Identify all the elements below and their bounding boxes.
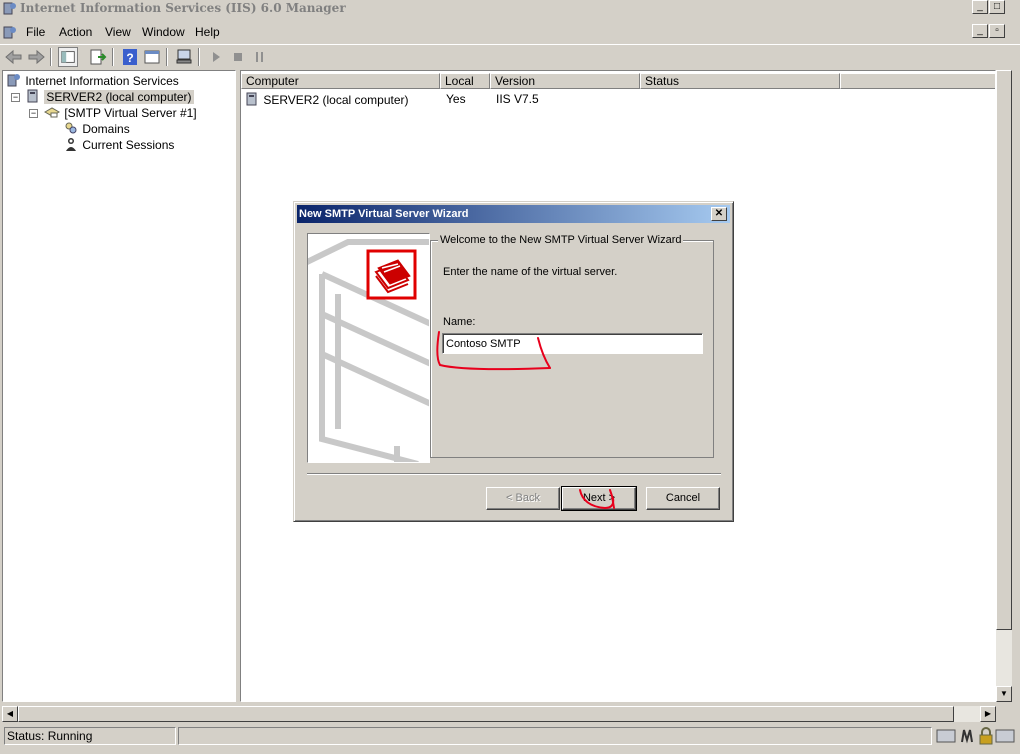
- title-bar: Internet Information Services (IIS) 6.0 …: [0, 0, 1020, 16]
- column-header-status[interactable]: Status: [640, 73, 840, 89]
- menu-file[interactable]: File: [24, 24, 47, 40]
- sessions-icon: [66, 138, 76, 151]
- menu-action[interactable]: Action: [57, 24, 94, 40]
- back-icon[interactable]: [4, 47, 24, 67]
- smtp-wizard-dialog: New SMTP Virtual Server Wizard ✕ Welcome…: [293, 201, 734, 522]
- column-header-local[interactable]: Local: [440, 73, 490, 89]
- menu-bar: File Action View Window Help _ ▫: [0, 22, 1020, 42]
- show-hide-tree-icon[interactable]: [58, 47, 78, 67]
- welcome-group-title: Welcome to the New SMTP Virtual Server W…: [438, 234, 684, 247]
- tree-sessions-label: Current Sessions: [82, 138, 175, 152]
- dialog-title: New SMTP Virtual Server Wizard: [299, 208, 469, 220]
- connect-icon[interactable]: [174, 47, 194, 67]
- maximize-button[interactable]: □: [989, 0, 1005, 14]
- tree-item-root[interactable]: Internet Information Services: [6, 72, 179, 88]
- minimize-button[interactable]: _: [972, 0, 988, 14]
- menu-help[interactable]: Help: [193, 24, 222, 40]
- export-list-icon[interactable]: [88, 47, 108, 67]
- scroll-thumb[interactable]: [996, 70, 1012, 630]
- column-header-version[interactable]: Version: [490, 73, 640, 89]
- tray-icons: [936, 727, 1015, 745]
- virtual-server-name-input[interactable]: [442, 333, 703, 354]
- scroll-left-button[interactable]: ◀: [2, 706, 18, 722]
- tree-pane: Internet Information Services − SERVER2 …: [2, 70, 236, 702]
- horizontal-scrollbar[interactable]: ◀ ▶: [2, 706, 996, 722]
- tree-item-smtp-virtual-server[interactable]: [SMTP Virtual Server #1]: [43, 104, 197, 120]
- vertical-scrollbar[interactable]: ▲ ▼: [996, 70, 1012, 702]
- toolbar-separator: [50, 48, 52, 66]
- cell-local: Yes: [446, 92, 466, 106]
- collapse-server-toggle[interactable]: −: [11, 93, 20, 102]
- toolbar-separator: [198, 48, 200, 66]
- smtp-server-icon: [43, 107, 61, 118]
- iis-icon: [7, 74, 20, 87]
- toolbar-separator: [166, 48, 168, 66]
- dialog-separator: [307, 473, 721, 475]
- status-pane: [178, 727, 932, 745]
- column-header-computer[interactable]: Computer: [241, 73, 440, 89]
- toolbar: ?: [0, 44, 1020, 68]
- tree-item-domains[interactable]: Domains: [63, 120, 130, 136]
- tree-domains-label: Domains: [82, 122, 130, 136]
- toolbar-separator: [112, 48, 114, 66]
- cell-version: IIS V7.5: [496, 92, 539, 106]
- pause-icon[interactable]: [250, 47, 270, 67]
- tree-item-current-sessions[interactable]: Current Sessions: [63, 136, 174, 152]
- scroll-right-button[interactable]: ▶: [980, 706, 996, 722]
- column-header-blank: [840, 73, 995, 89]
- properties-icon[interactable]: [142, 47, 162, 67]
- back-button[interactable]: < Back: [486, 487, 560, 510]
- start-icon[interactable]: [206, 47, 226, 67]
- cancel-button[interactable]: Cancel: [646, 487, 720, 510]
- intro-text: Enter the name of the virtual server.: [443, 266, 618, 278]
- child-restore-button[interactable]: ▫: [989, 24, 1005, 38]
- svg-text:?: ?: [126, 51, 133, 65]
- tree-smtp-label: [SMTP Virtual Server #1]: [64, 106, 197, 120]
- horizontal-scroll-thumb[interactable]: [18, 706, 954, 722]
- status-text: Status: Running: [4, 727, 176, 745]
- server-icon: [27, 89, 38, 103]
- table-row[interactable]: SERVER2 (local computer): [244, 91, 409, 107]
- tree-root-label: Internet Information Services: [25, 74, 179, 88]
- server-icon: [246, 92, 257, 106]
- iis-app-icon: [3, 2, 16, 15]
- dialog-title-bar: New SMTP Virtual Server Wizard ✕: [297, 205, 730, 223]
- dialog-close-button[interactable]: ✕: [711, 207, 727, 221]
- forward-icon[interactable]: [26, 47, 46, 67]
- child-minimize-button[interactable]: _: [972, 24, 988, 38]
- next-button[interactable]: Next >: [561, 486, 637, 511]
- cell-computer: SERVER2 (local computer): [263, 93, 409, 107]
- status-bar: Status: Running: [0, 724, 1020, 746]
- name-label: Name:: [443, 316, 476, 328]
- wizard-graphic: [307, 233, 430, 463]
- menu-view[interactable]: View: [103, 24, 133, 40]
- collapse-smtp-toggle[interactable]: −: [29, 109, 38, 118]
- mmc-doc-icon[interactable]: [3, 25, 17, 39]
- window-title: Internet Information Services (IIS) 6.0 …: [20, 1, 346, 15]
- scroll-down-button[interactable]: ▼: [996, 686, 1012, 702]
- tree-server-label: SERVER2 (local computer): [44, 90, 194, 104]
- help-icon[interactable]: ?: [120, 47, 140, 67]
- stop-icon[interactable]: [228, 47, 248, 67]
- tree-item-server[interactable]: SERVER2 (local computer): [25, 88, 194, 104]
- domains-icon: [65, 122, 77, 134]
- wizard-server-image: [308, 239, 429, 462]
- menu-window[interactable]: Window: [140, 24, 187, 40]
